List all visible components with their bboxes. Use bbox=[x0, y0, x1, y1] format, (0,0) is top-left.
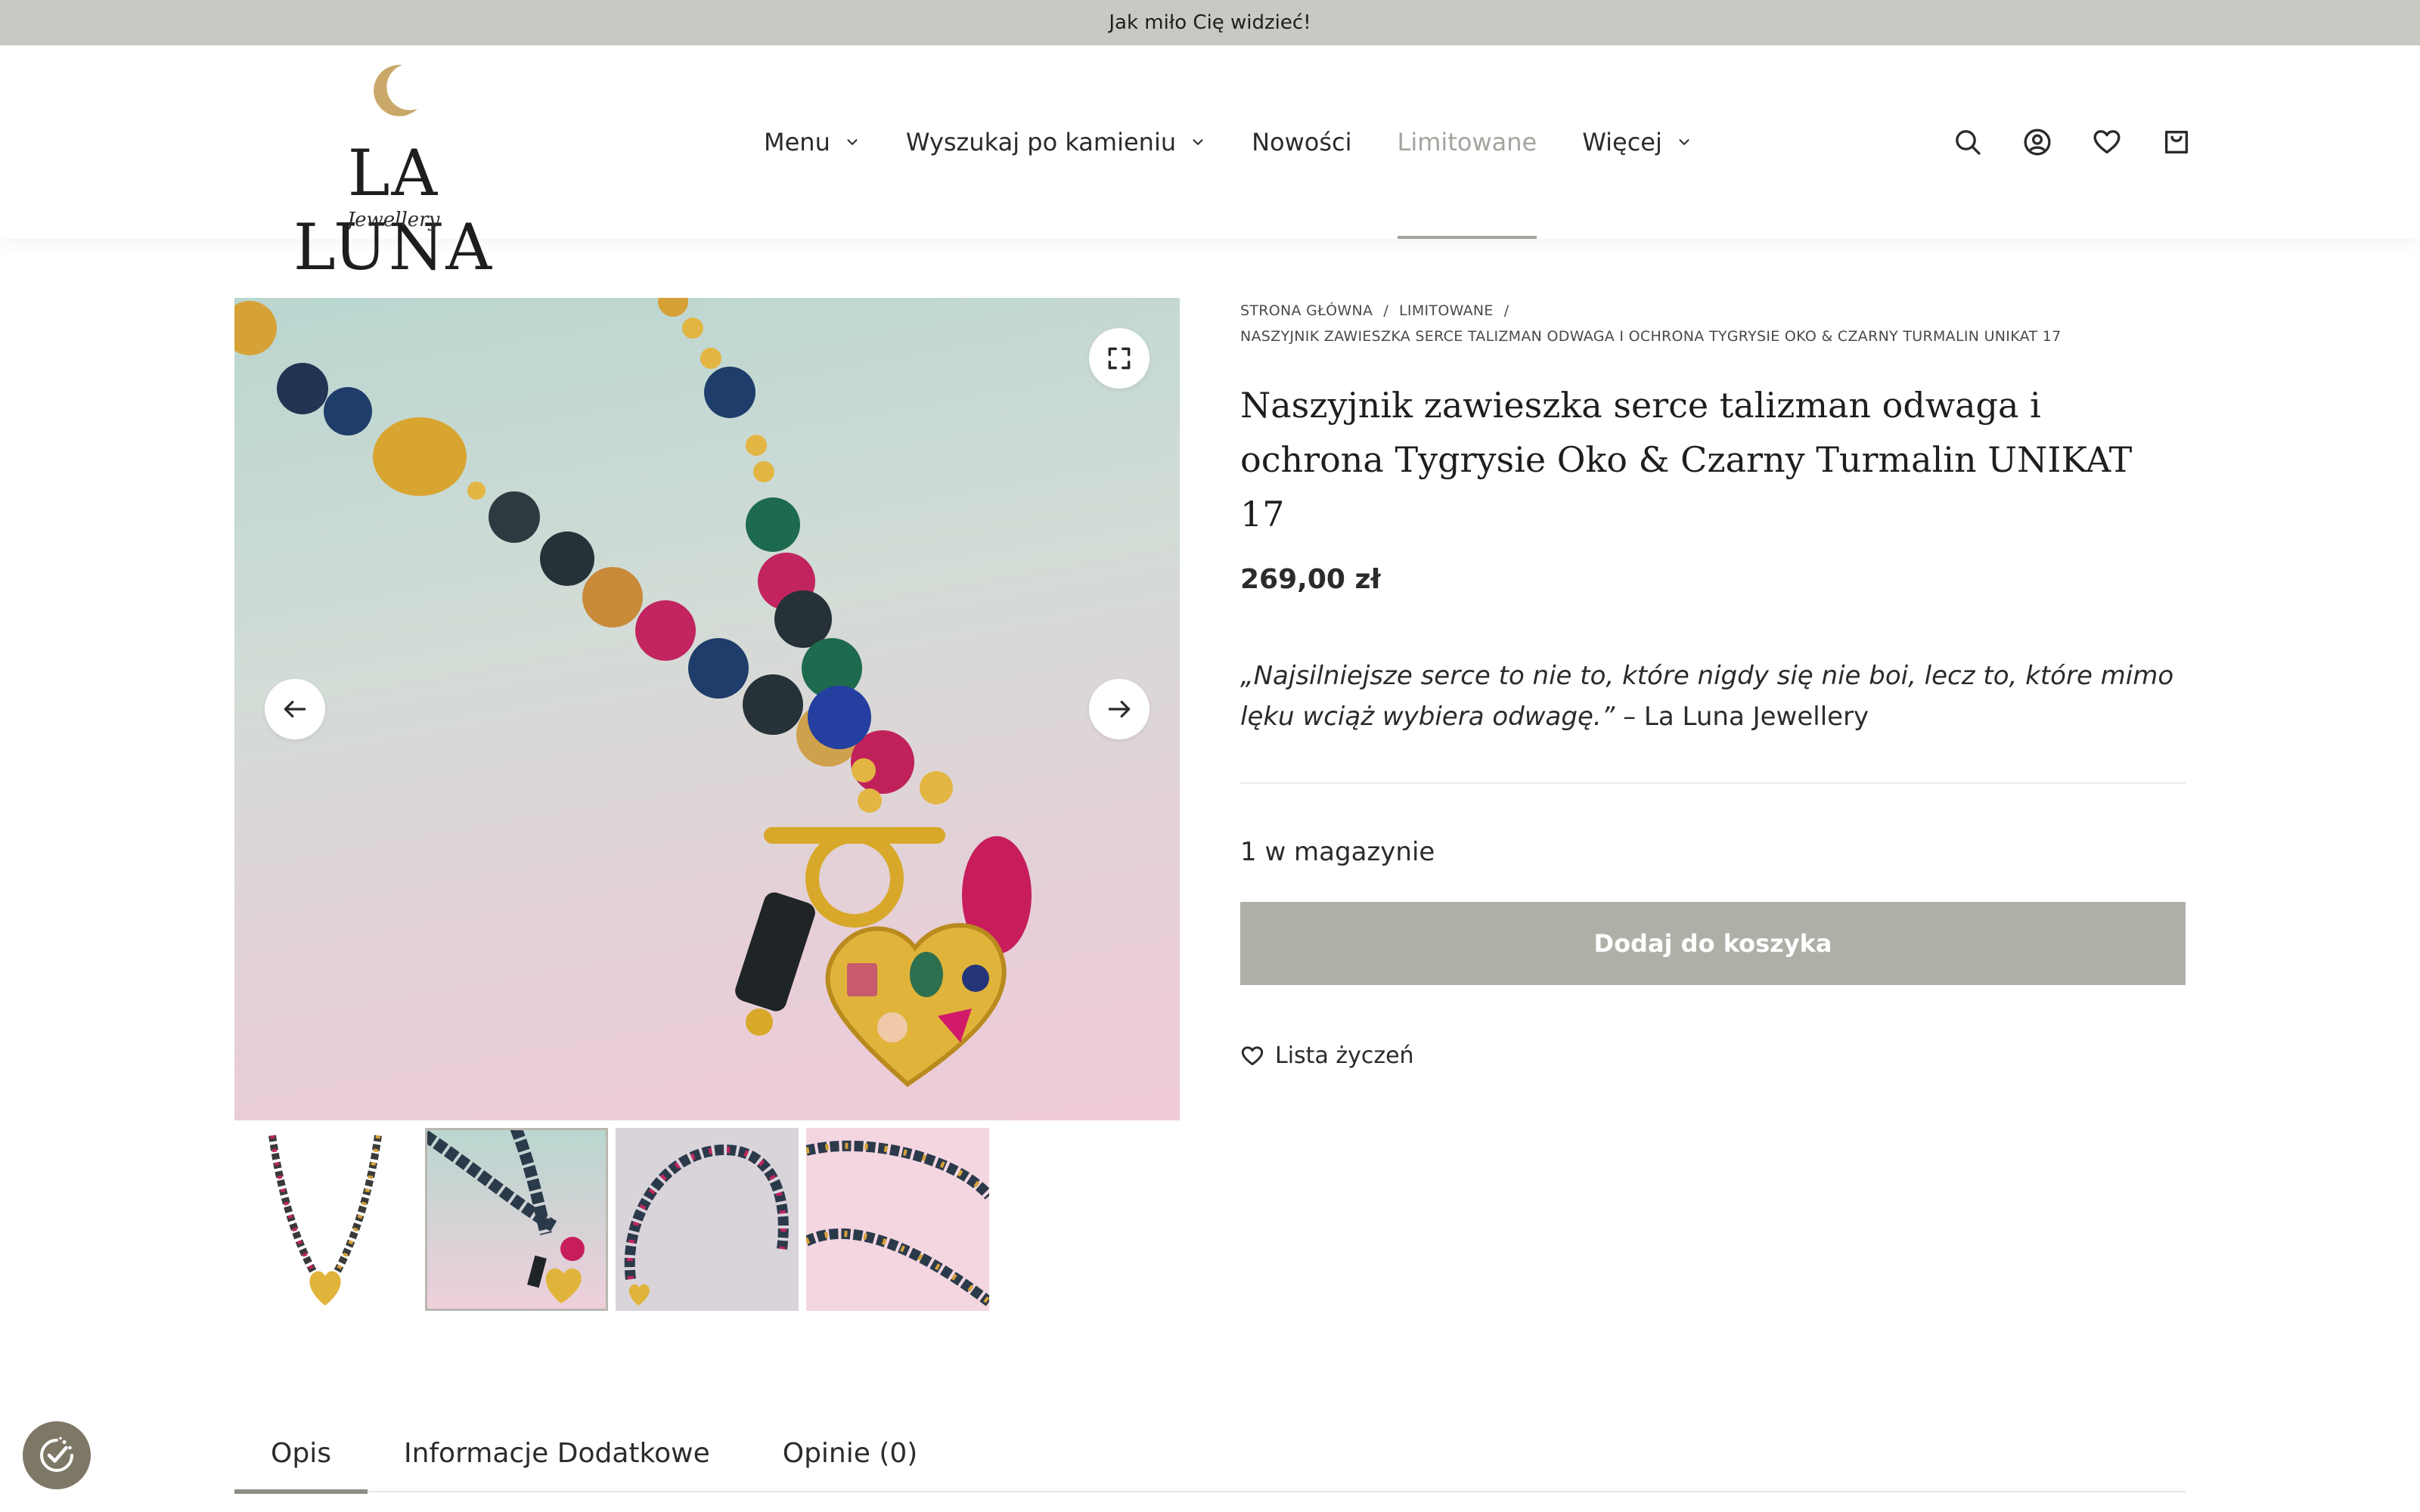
product-quote: „Najsilniejsze serce to nie to, które ni… bbox=[1240, 655, 2186, 737]
wishlist-label: Lista życzeń bbox=[1275, 1043, 1414, 1069]
nav-item-new[interactable]: Nowości bbox=[1252, 45, 1351, 239]
next-image-button[interactable] bbox=[1089, 679, 1150, 739]
tab-additional-info[interactable]: Informacje Dodatkowe bbox=[368, 1414, 746, 1492]
thumbnail-image bbox=[425, 1128, 608, 1311]
breadcrumb: STRONA GŁÓWNA / LIMITOWANE / NASZYJNIK ZAWI… bbox=[1240, 298, 2186, 349]
chevron-down-icon bbox=[1679, 139, 1689, 145]
breadcrumb-home[interactable]: STRONA GŁÓWNA bbox=[1240, 302, 1373, 319]
cart-button[interactable] bbox=[2160, 125, 2193, 159]
tab-reviews[interactable]: Opinie (0) bbox=[746, 1414, 954, 1492]
thumbnail-3[interactable] bbox=[616, 1128, 799, 1311]
divider bbox=[1240, 782, 2186, 784]
announcement-text: Jak miło Cię widzieć! bbox=[1109, 11, 1311, 34]
main-nav: Menu Wyszukaj po kamieniu Nowości Limito… bbox=[764, 45, 1738, 239]
tab-label: Opinie (0) bbox=[782, 1437, 918, 1469]
add-to-cart-button[interactable]: Dodaj do koszyka bbox=[1240, 902, 2186, 985]
header-icons bbox=[1915, 45, 2193, 239]
cart-icon bbox=[2165, 131, 2188, 153]
account-button[interactable] bbox=[2021, 125, 2054, 159]
wishlist-header-button[interactable] bbox=[2090, 125, 2124, 159]
chevron-down-icon bbox=[847, 139, 858, 145]
product-price: 269,00 zł bbox=[1240, 564, 1381, 595]
thumbnail-strip bbox=[234, 1128, 997, 1311]
search-icon bbox=[1956, 130, 1981, 155]
thumbnail-image bbox=[234, 1128, 417, 1311]
nav-item-label: Więcej bbox=[1582, 128, 1662, 156]
thumbnail-4[interactable] bbox=[806, 1128, 989, 1311]
product-title: Naszyjnik zawieszka serce talizman odwag… bbox=[1240, 385, 2133, 534]
fullscreen-button[interactable] bbox=[1089, 328, 1150, 389]
cookie-check-icon bbox=[40, 1436, 73, 1472]
search-button[interactable] bbox=[1951, 125, 1984, 159]
chevron-down-icon bbox=[1193, 139, 1203, 145]
breadcrumb-separator: / bbox=[1383, 302, 1389, 319]
product-main-image[interactable] bbox=[234, 298, 1180, 1120]
product-tabs: Opis Informacje Dodatkowe Opinie (0) bbox=[234, 1414, 2186, 1494]
thumbnail-image bbox=[616, 1128, 799, 1311]
nav-item-more[interactable]: Więcej bbox=[1582, 45, 1692, 239]
tab-label: Informacje Dodatkowe bbox=[403, 1437, 710, 1469]
account-icon bbox=[2024, 129, 2051, 156]
wishlist-button[interactable]: Lista życzeń bbox=[1240, 1043, 2186, 1069]
thumbnail-2[interactable] bbox=[425, 1128, 608, 1311]
nav-item-search-by-stone[interactable]: Wyszukaj po kamieniu bbox=[906, 45, 1206, 239]
nav-item-label: Menu bbox=[764, 128, 830, 156]
nav-item-label: Wyszukaj po kamieniu bbox=[905, 128, 1177, 156]
nav-item-label: Nowości bbox=[1252, 128, 1352, 156]
product-photo bbox=[234, 298, 1032, 1087]
arrow-right-icon bbox=[1108, 700, 1131, 718]
thumbnail-1[interactable] bbox=[234, 1128, 417, 1311]
arrow-left-icon bbox=[284, 700, 306, 718]
fullscreen-icon bbox=[1108, 347, 1131, 370]
product-info: STRONA GŁÓWNA / LIMITOWANE / NASZYJNIK ZAWI… bbox=[1240, 298, 2186, 1069]
nav-item-menu[interactable]: Menu bbox=[764, 45, 861, 239]
site-header: LA LUNA Jewellery Menu Wyszukaj po kamie… bbox=[0, 45, 2420, 284]
heart-icon bbox=[2093, 130, 2121, 153]
logo[interactable]: LA LUNA Jewellery bbox=[250, 60, 537, 284]
breadcrumb-category[interactable]: LIMITOWANE bbox=[1399, 302, 1494, 319]
quote-author: – La Luna Jewellery bbox=[1615, 702, 1869, 732]
heart-icon bbox=[1241, 1046, 1264, 1065]
tab-label: Opis bbox=[271, 1437, 331, 1469]
announcement-bar: Jak miło Cię widzieć! bbox=[0, 0, 2420, 45]
breadcrumb-separator: / bbox=[1503, 302, 1509, 319]
thumbnail-image bbox=[806, 1128, 989, 1311]
tab-description[interactable]: Opis bbox=[234, 1414, 368, 1494]
stock-status: 1 w magazynie bbox=[1240, 837, 1435, 867]
nav-item-label: Limitowane bbox=[1397, 128, 1537, 156]
logo-tagline: Jewellery bbox=[346, 209, 440, 231]
cookie-settings-button[interactable] bbox=[23, 1421, 91, 1489]
breadcrumb-current: NASZYJNIK ZAWIESZKA SERCE TALIZMAN ODWAG… bbox=[1240, 328, 2062, 345]
nav-item-limited[interactable]: Limitowane bbox=[1397, 45, 1537, 239]
moon-icon bbox=[374, 64, 417, 116]
previous-image-button[interactable] bbox=[265, 679, 325, 739]
